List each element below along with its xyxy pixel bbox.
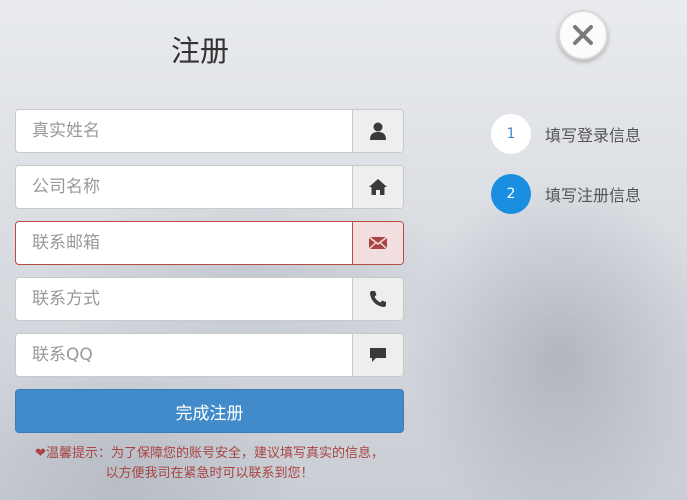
name-input[interactable] bbox=[16, 110, 352, 152]
complete-registration-button[interactable]: 完成注册 bbox=[15, 389, 404, 433]
close-button[interactable] bbox=[558, 10, 608, 60]
step-1-label: 填写登录信息 bbox=[545, 126, 642, 145]
phone-addon bbox=[352, 278, 403, 320]
email-addon bbox=[352, 222, 403, 264]
email-field-group bbox=[15, 221, 404, 265]
step-1: 1 填写登录信息 bbox=[491, 114, 641, 154]
home-icon bbox=[369, 179, 387, 195]
qq-input[interactable] bbox=[16, 334, 352, 376]
step-1-number: 1 bbox=[491, 114, 531, 154]
tip-line-2: 以方便我司在紧急时可以联系到您！ bbox=[105, 466, 314, 481]
warm-tip: ❤温馨提示：为了保障您的账号安全，建议填写真实的信息， 以方便我司在紧急时可以联… bbox=[15, 444, 404, 484]
user-icon bbox=[370, 122, 386, 140]
company-input[interactable] bbox=[16, 166, 352, 208]
company-addon bbox=[352, 166, 403, 208]
envelope-icon bbox=[368, 236, 388, 250]
qq-field-group bbox=[15, 333, 404, 377]
name-addon bbox=[352, 110, 403, 152]
phone-field-group bbox=[15, 277, 404, 321]
phone-icon bbox=[370, 291, 386, 307]
qq-addon bbox=[352, 334, 403, 376]
page-title: 注册 bbox=[170, 34, 229, 68]
email-input[interactable] bbox=[16, 222, 352, 264]
comment-icon bbox=[370, 348, 386, 362]
heart-icon: ❤ bbox=[35, 446, 46, 461]
tip-line-1: 温馨提示：为了保障您的账号安全，建议填写真实的信息， bbox=[45, 446, 384, 461]
company-field-group bbox=[15, 165, 404, 209]
name-field-group bbox=[15, 109, 404, 153]
step-2-label: 填写注册信息 bbox=[545, 186, 642, 205]
step-2-number: 2 bbox=[491, 174, 531, 214]
close-icon bbox=[573, 25, 593, 45]
step-2: 2 填写注册信息 bbox=[491, 174, 641, 214]
phone-input[interactable] bbox=[16, 278, 352, 320]
